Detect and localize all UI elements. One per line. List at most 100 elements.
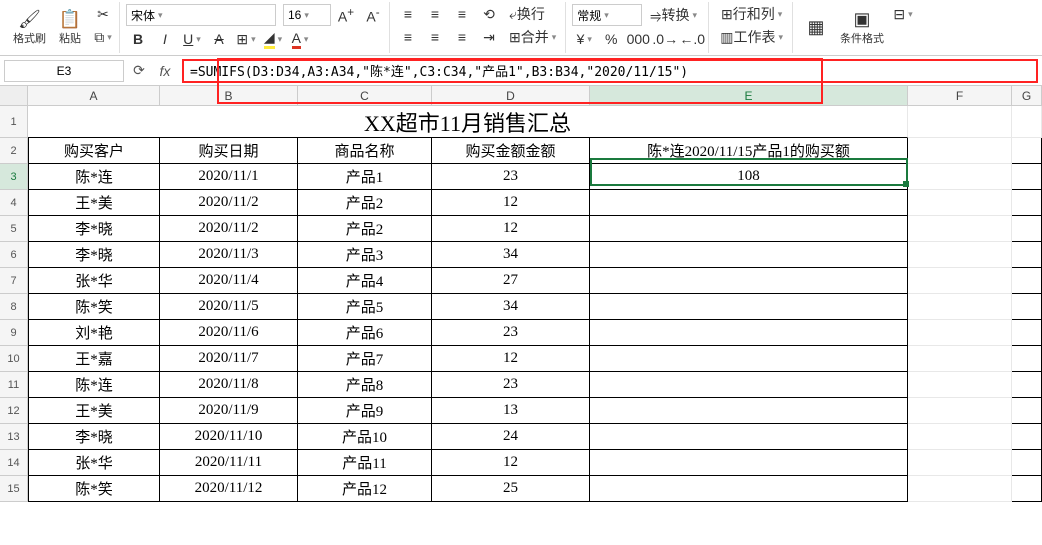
worksheet-button[interactable]: ▥工作表▾ [715,27,788,47]
more-styles-button[interactable]: ⊟▾ [891,4,915,24]
cell[interactable]: 产品2 [298,216,432,242]
cell[interactable]: 陈*连2020/11/15产品1的购买额 [590,138,908,164]
row-header[interactable]: 9 [0,320,28,346]
cell[interactable]: 刘*艳 [28,320,160,346]
cut-button[interactable]: ✂ [91,4,115,24]
cell[interactable]: 2020/11/7 [160,346,298,372]
cell[interactable]: 27 [432,268,590,294]
align-left-button[interactable]: ≡ [396,27,420,47]
cell[interactable] [1012,106,1042,138]
orientation-button[interactable]: ⟲ [477,4,501,24]
format-painter-button[interactable]: 🖌 格式刷 [10,2,49,52]
cell[interactable] [590,372,908,398]
cell[interactable]: 13 [432,398,590,424]
indent-button[interactable]: ⇥ [477,27,501,47]
cancel-formula-button[interactable]: ⟳ [128,60,150,82]
align-bottom-button[interactable]: ≡ [450,4,474,24]
cell[interactable] [1012,242,1042,268]
cell[interactable]: 23 [432,372,590,398]
merge-button[interactable]: ⊞合并▾ [504,27,561,47]
font-color-button[interactable]: A▾ [288,29,312,49]
cell[interactable]: 2020/11/6 [160,320,298,346]
cell[interactable] [1012,164,1042,190]
fill-color-button[interactable]: ◢▾ [261,29,285,49]
col-header-d[interactable]: D [432,86,590,105]
insert-function-button[interactable]: fx [154,60,176,82]
row-header[interactable]: 14 [0,450,28,476]
cell[interactable] [1012,138,1042,164]
cell[interactable] [590,450,908,476]
row-header[interactable]: 4 [0,190,28,216]
cell[interactable]: 12 [432,190,590,216]
cell[interactable]: 陈*笑 [28,476,160,502]
cell[interactable]: 购买金额金额 [432,138,590,164]
cell[interactable]: 2020/11/5 [160,294,298,320]
cell[interactable] [908,320,1012,346]
cell[interactable] [1012,268,1042,294]
col-header-e[interactable]: E [590,86,908,105]
cell[interactable] [908,450,1012,476]
cell[interactable] [908,372,1012,398]
cell[interactable]: 2020/11/10 [160,424,298,450]
cell[interactable]: 2020/11/3 [160,242,298,268]
cell[interactable] [590,476,908,502]
title-cell[interactable]: XX超市11月销售汇总 [28,106,908,138]
paste-button[interactable]: 📋 粘贴 [53,2,87,52]
cell[interactable]: 34 [432,242,590,268]
font-size-select[interactable]: 16▾ [283,4,331,26]
cell[interactable]: 2020/11/1 [160,164,298,190]
cell[interactable]: 产品8 [298,372,432,398]
cell[interactable]: 2020/11/2 [160,190,298,216]
align-top-button[interactable]: ≡ [396,4,420,24]
cell[interactable] [1012,476,1042,502]
col-header-g[interactable]: G [1012,86,1042,105]
col-header-a[interactable]: A [28,86,160,105]
cell[interactable]: 陈*笑 [28,294,160,320]
cell[interactable]: 23 [432,320,590,346]
align-right-button[interactable]: ≡ [450,27,474,47]
cell[interactable] [590,242,908,268]
formula-input[interactable]: =SUMIFS(D3:D34,A3:A34,"陈*连",C3:C34,"产品1"… [182,59,1038,83]
cell[interactable] [908,190,1012,216]
currency-button[interactable]: ¥▾ [572,29,596,49]
cell[interactable]: 2020/11/12 [160,476,298,502]
cell[interactable] [590,398,908,424]
col-header-c[interactable]: C [298,86,432,105]
row-header[interactable]: 12 [0,398,28,424]
cell[interactable]: 李*晓 [28,216,160,242]
decrease-font-button[interactable]: A- [361,5,385,25]
cell[interactable]: 2020/11/11 [160,450,298,476]
cell[interactable]: 王*嘉 [28,346,160,372]
percent-button[interactable]: % [599,29,623,49]
cell[interactable] [590,190,908,216]
cell[interactable]: 108 [590,164,908,190]
align-center-button[interactable]: ≡ [423,27,447,47]
cell[interactable] [908,216,1012,242]
cell[interactable] [908,476,1012,502]
strike-button[interactable]: A [207,29,231,49]
cell[interactable] [590,346,908,372]
cell[interactable] [1012,190,1042,216]
cell[interactable] [908,398,1012,424]
row-header[interactable]: 7 [0,268,28,294]
cell[interactable] [908,268,1012,294]
cell[interactable] [1012,372,1042,398]
cond-format-button[interactable]: ▣ 条件格式 [837,2,887,52]
cell[interactable] [908,138,1012,164]
font-name-select[interactable]: 宋体▾ [126,4,276,26]
cell[interactable]: 张*华 [28,268,160,294]
cell[interactable] [1012,216,1042,242]
row-header[interactable]: 11 [0,372,28,398]
cell[interactable]: 产品9 [298,398,432,424]
table-style-button[interactable]: ▦ [799,2,833,52]
cell[interactable]: 2020/11/4 [160,268,298,294]
cell[interactable] [1012,398,1042,424]
cell-reference-input[interactable]: E3 [4,60,124,82]
cell[interactable]: 产品1 [298,164,432,190]
copy-button[interactable]: ⧉▾ [91,27,115,47]
border-button[interactable]: ⊞▾ [234,29,258,49]
bold-button[interactable]: B [126,29,150,49]
cell[interactable]: 12 [432,216,590,242]
cell[interactable]: 34 [432,294,590,320]
cell[interactable]: 陈*连 [28,372,160,398]
